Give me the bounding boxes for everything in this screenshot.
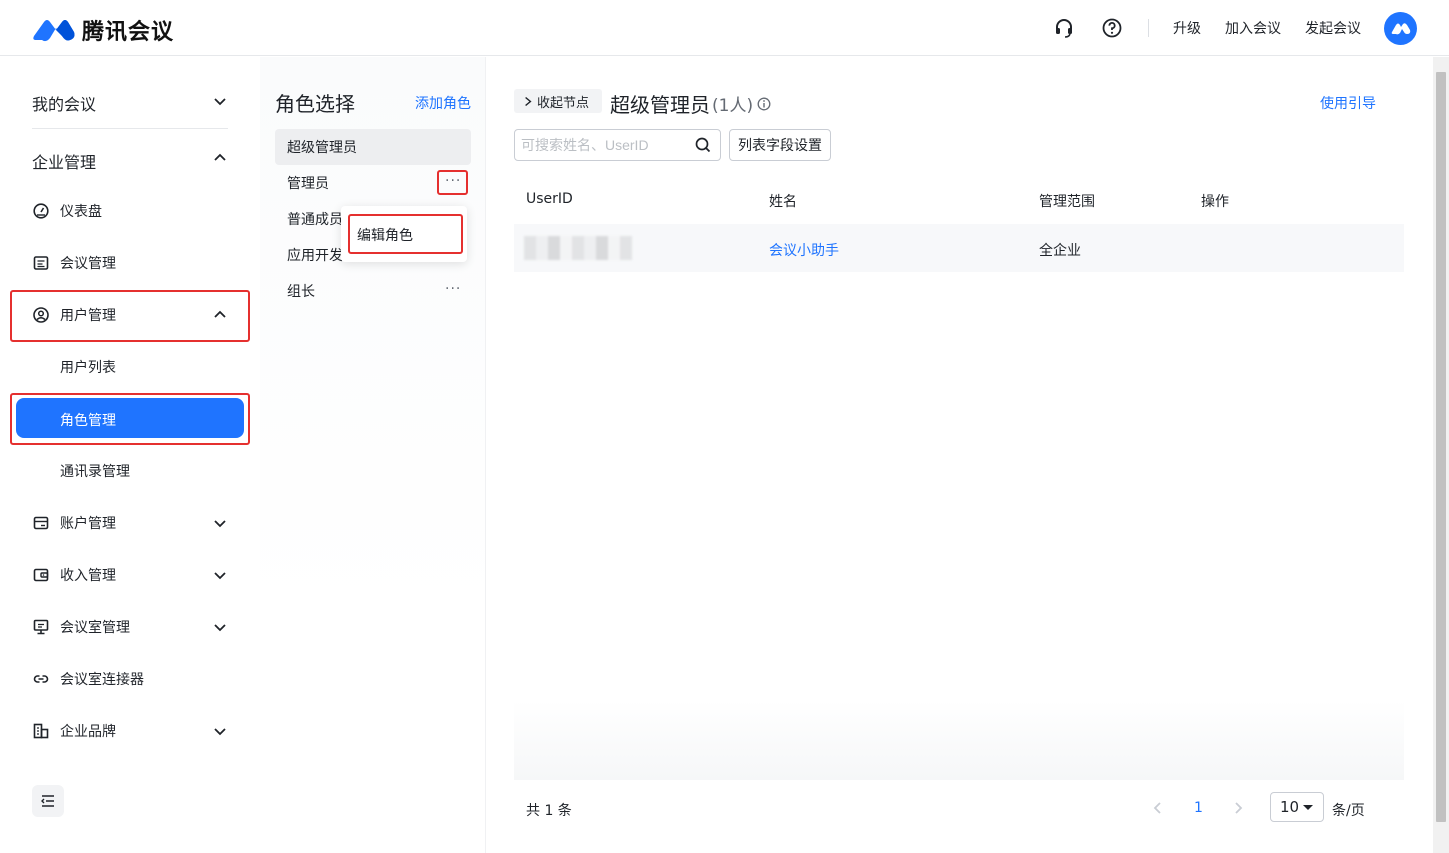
dashboard-icon [33,203,49,219]
logo-icon [33,20,75,42]
highlight-box-edit-role [348,214,463,254]
column-header-name: 姓名 [769,194,797,210]
chevron-right-icon [525,96,532,106]
total-count: 共 1 条 [526,803,572,819]
sidebar-item-label: 收入管理 [60,568,116,584]
link-icon [33,675,49,683]
caret-down-icon [1303,805,1313,810]
sidebar-divider [32,128,228,129]
sidebar-item-label: 会议管理 [60,256,116,272]
headset-support-icon[interactable] [1053,17,1075,39]
chevron-down-icon[interactable] [212,515,228,531]
sidebar-item-label: 会议室管理 [60,620,130,636]
top-header: 腾讯会议 升级 加入会议 发起会议 [0,0,1449,56]
column-header-userid: UserID [526,191,573,207]
collapse-menu-icon [41,795,54,807]
chevron-down-icon[interactable] [212,93,228,109]
next-page-icon[interactable] [1230,800,1246,816]
user-name-link[interactable]: 会议小助手 [769,240,839,260]
app-name: 腾讯会议 [82,20,175,45]
info-icon[interactable] [757,97,771,111]
page-size-unit: 条/页 [1332,803,1365,819]
role-item-super-admin[interactable]: 超级管理员 [275,129,471,165]
highlight-box-user-mgmt [10,290,250,342]
brand-icon [33,723,49,739]
chevron-up-icon[interactable] [212,150,228,166]
highlight-box-role-mgmt [10,393,250,445]
page-size-value: 10 [1280,798,1300,816]
column-settings-button[interactable]: 列表字段设置 [729,129,831,161]
sidebar-item-income-mgmt[interactable]: 收入管理 [32,565,116,585]
nav-my-meetings[interactable]: 我的会议 [32,91,96,115]
role-item-label: 组长 [287,284,315,300]
sidebar-item-label: 仪表盘 [60,204,102,220]
wallet-icon [33,516,49,530]
sidebar-collapse-button[interactable] [32,785,64,817]
avatar-logo-icon [1391,22,1410,34]
upgrade-link[interactable]: 升级 [1173,18,1201,38]
sidebar-item-meeting-room-mgmt[interactable]: 会议室管理 [32,617,130,637]
meeting-room-icon [33,619,49,635]
chevron-down-icon[interactable] [212,619,228,635]
collapse-node-button[interactable]: 收起节点 [514,89,602,113]
sidebar-item-user-list[interactable]: 用户列表 [60,357,116,377]
role-item-label: 应用开发 [287,248,343,264]
usage-guide-link[interactable]: 使用引导 [1320,93,1376,113]
sidebar-item-meeting-mgmt[interactable]: 会议管理 [32,253,116,273]
start-meeting-link[interactable]: 发起会议 [1305,18,1361,38]
blurred-userid [524,236,632,260]
scope-cell: 全企业 [1039,243,1081,259]
role-item-label: 超级管理员 [287,140,357,156]
column-header-actions: 操作 [1201,194,1229,210]
role-item-team-lead[interactable]: 组长 [275,273,471,309]
add-role-link[interactable]: 添加角色 [415,93,471,113]
income-icon [33,568,49,582]
page-title: 超级管理员 (1人) [610,89,771,118]
sidebar-item-label: 会议室连接器 [60,672,144,688]
collapse-node-label: 收起节点 [537,95,590,111]
chevron-down-icon[interactable] [212,567,228,583]
role-panel-title: 角色选择 [275,92,355,116]
help-icon[interactable] [1101,17,1123,39]
tencent-meeting-logo[interactable]: 腾讯会议 [32,14,174,46]
sidebar-item-label: 企业品牌 [60,724,116,740]
nav-enterprise-mgmt[interactable]: 企业管理 [32,149,96,173]
sidebar-item-room-connector[interactable]: 会议室连接器 [32,669,144,689]
join-meeting-link[interactable]: 加入会议 [1225,18,1281,38]
role-more-button[interactable]: ··· [445,281,461,297]
chevron-down-icon[interactable] [212,723,228,739]
prev-page-icon[interactable] [1150,800,1166,816]
sidebar-item-dashboard[interactable]: 仪表盘 [32,201,102,221]
page-size-select[interactable]: 10 [1270,792,1324,822]
column-header-scope: 管理范围 [1039,194,1095,210]
role-name: 超级管理员 [610,93,710,117]
header-divider [1148,19,1149,37]
table-bottom-fade [514,700,1404,780]
sidebar-item-label: 账户管理 [60,516,116,532]
search-icon[interactable] [694,136,712,154]
role-item-label: 普通成员 [287,212,343,228]
role-item-label: 管理员 [287,176,329,192]
sidebar-item-contacts-mgmt[interactable]: 通讯录管理 [60,461,130,481]
highlight-box-more [437,170,468,195]
member-count: (1人) [712,96,754,116]
user-avatar[interactable] [1384,12,1417,45]
search-input[interactable] [514,129,721,161]
meeting-list-icon [33,256,49,270]
current-page[interactable]: 1 [1194,800,1203,816]
sidebar-item-enterprise-brand[interactable]: 企业品牌 [32,721,116,741]
table-row [514,224,1404,272]
scrollbar-thumb[interactable] [1436,72,1446,822]
sidebar-item-account-mgmt[interactable]: 账户管理 [32,513,116,533]
